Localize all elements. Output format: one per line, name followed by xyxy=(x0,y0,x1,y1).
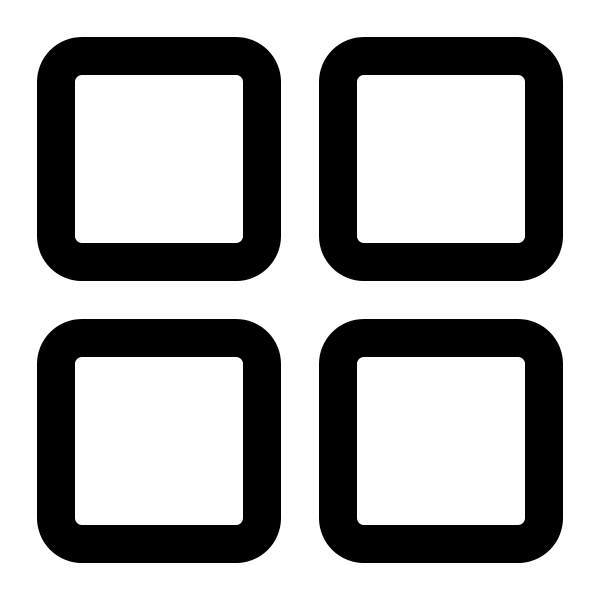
grid-tile-top-left xyxy=(37,37,281,281)
grid-tile-bottom-left xyxy=(37,319,281,563)
icon-canvas xyxy=(0,0,600,600)
grid-tile-bottom-right xyxy=(319,319,563,563)
grid-icon xyxy=(37,37,563,563)
grid-tile-top-right xyxy=(319,37,563,281)
